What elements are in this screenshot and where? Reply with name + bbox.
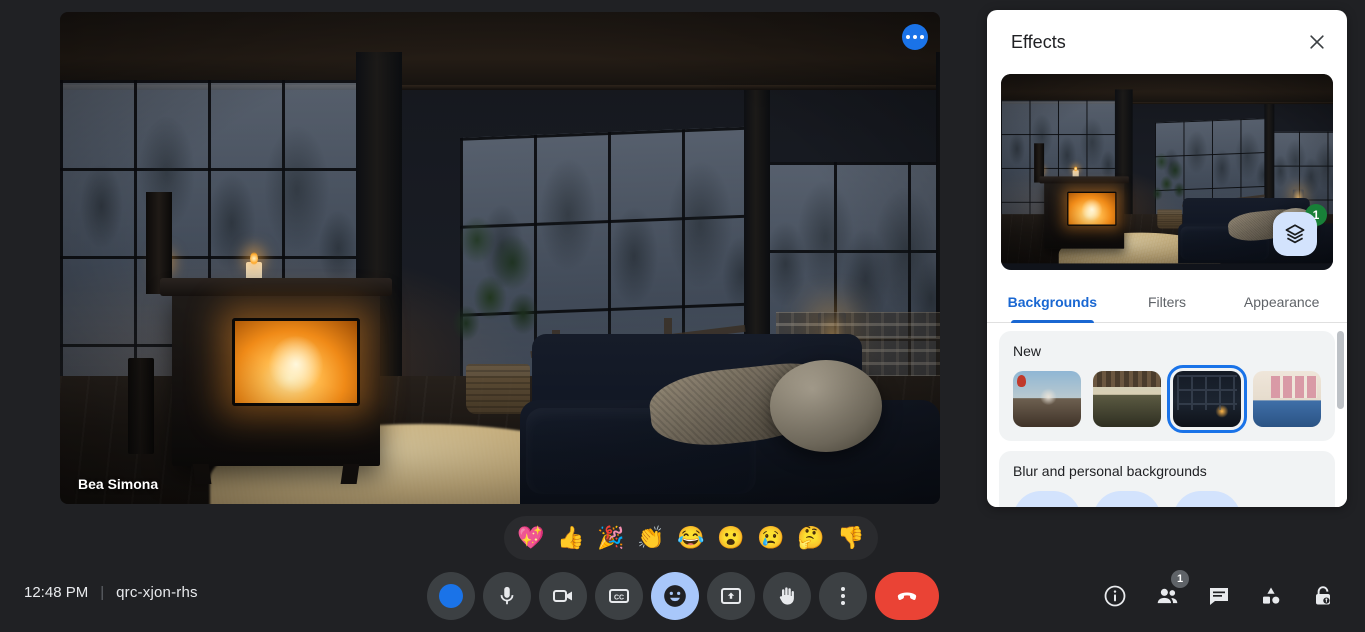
dot (840, 594, 845, 598)
people-count-badge: 1 (1171, 570, 1189, 588)
tab-backgrounds[interactable]: Backgrounds (995, 280, 1110, 323)
lock-shield-icon (1316, 586, 1330, 605)
blur-full-button[interactable] (1093, 491, 1161, 507)
effects-panel-scrollbar[interactable] (1337, 331, 1344, 409)
tab-filters[interactable]: Filters (1110, 280, 1225, 322)
dot (920, 35, 924, 39)
present-screen-button[interactable] (706, 572, 755, 620)
reaction-face-with-tears-of-joy[interactable]: 😂 (674, 521, 708, 555)
activities-button[interactable] (1247, 572, 1295, 620)
group-title-blur: Blur and personal backgrounds (1013, 463, 1207, 479)
phone-hangup-icon (897, 592, 916, 600)
reaction-sparkling-heart[interactable]: 💖 (514, 521, 548, 555)
layers-icon[interactable] (1273, 212, 1317, 256)
more-vertical-icon (840, 587, 845, 605)
reaction-thinking-face[interactable]: 🤔 (794, 521, 828, 555)
backgrounds-new-group: New (999, 331, 1335, 441)
meeting-details-button[interactable] (1091, 572, 1139, 620)
effects-preview-wrapper: 1 (1001, 74, 1333, 270)
right-icon-cluster: 1 (1091, 570, 1347, 620)
reactions-button[interactable] (650, 572, 699, 620)
reaction-face-with-open-mouth[interactable]: 😮 (714, 521, 748, 555)
chat-button[interactable] (1195, 572, 1243, 620)
effects-tabs: Backgrounds Filters Appearance (987, 280, 1347, 323)
reaction-clapping-hands[interactable]: 👏 (634, 521, 668, 555)
effects-panel-header: Effects (987, 10, 1347, 74)
google-meet-window: Bea Simona 💖 👍 🎉 👏 😂 😮 😢 🤔 👎 12:48 PM | … (0, 0, 1365, 632)
blur-personal-backgrounds-group: Blur and personal backgrounds (999, 451, 1335, 507)
microphone-icon (500, 586, 513, 605)
effects-panel: Effects 1 Backgrounds Filters Appearance… (987, 10, 1347, 507)
effects-panel-body: New Blur and personal backgrounds (987, 323, 1347, 507)
microphone-button[interactable] (482, 572, 531, 620)
captions-button[interactable]: CC (594, 572, 643, 620)
background-taj-mahal[interactable] (1013, 371, 1081, 427)
background-gallery-living-room[interactable] (1253, 371, 1321, 427)
people-button[interactable]: 1 (1143, 570, 1191, 620)
visual-effects-button[interactable] (426, 572, 475, 620)
tab-appearance[interactable]: Appearance (1224, 280, 1339, 322)
video-scene-background (60, 12, 940, 504)
host-controls-button[interactable] (1299, 572, 1347, 620)
info-icon (1104, 585, 1126, 607)
reaction-party-popper[interactable]: 🎉 (594, 521, 628, 555)
preview-wood-stove (1039, 176, 1129, 249)
participant-name-label: Bea Simona (78, 476, 159, 492)
dot (840, 587, 845, 591)
call-controls: CC (426, 572, 939, 620)
scene-stove-top (160, 278, 392, 296)
present-screen-icon (720, 588, 741, 604)
group-title-new: New (1013, 343, 1042, 359)
bottom-bar: 12:48 PM | qrc-xjon-rhs CC 1 (0, 560, 1365, 632)
meta-separator: | (100, 584, 105, 601)
scene-stove-leg-left (192, 464, 212, 484)
preview-stove-fire (1067, 191, 1117, 226)
raised-hand-icon (779, 587, 794, 605)
personal-background-button[interactable] (1173, 491, 1241, 507)
more-horizontal-icon[interactable] (902, 24, 928, 50)
video-tile[interactable]: Bea Simona (60, 12, 940, 504)
scene-round-pillow (770, 360, 882, 452)
close-icon[interactable] (1299, 24, 1335, 60)
effects-panel-title: Effects (1011, 31, 1066, 52)
scene-sofa (520, 316, 940, 504)
more-options-button[interactable] (818, 572, 867, 620)
raise-hand-button[interactable] (762, 572, 811, 620)
dot (840, 601, 845, 605)
activities-shapes-icon (1263, 587, 1280, 604)
camera-button[interactable] (538, 572, 587, 620)
leave-call-button[interactable] (874, 572, 939, 620)
preview-stove-top (1039, 176, 1129, 184)
reaction-thumbs-up[interactable]: 👍 (554, 521, 588, 555)
background-pergola-terrace[interactable] (1093, 371, 1161, 427)
dot (913, 35, 917, 39)
emoji-smile-icon (663, 585, 686, 607)
reaction-crying-face[interactable]: 😢 (754, 521, 788, 555)
dot (906, 35, 910, 39)
background-cabin-fireplace[interactable] (1167, 365, 1247, 433)
background-thumbnail-list (1013, 365, 1321, 433)
scene-stove-leg-right (340, 464, 360, 484)
scene-stove-fire (232, 318, 360, 406)
meeting-time: 12:48 PM (24, 584, 89, 601)
blue-dot-icon (438, 584, 463, 608)
scene-fireplace-tools (128, 358, 154, 454)
blur-slight-button[interactable] (1013, 491, 1081, 507)
reaction-bar: 💖 👍 🎉 👏 😂 😮 😢 🤔 👎 (504, 516, 878, 560)
chat-bubble-icon (1210, 588, 1228, 605)
blur-button-list (1013, 491, 1321, 507)
closed-captions-icon: CC (608, 589, 629, 603)
video-camera-icon (552, 590, 572, 602)
scene-ceiling (60, 12, 940, 90)
svg-text:CC: CC (613, 595, 623, 602)
meeting-code[interactable]: qrc-xjon-rhs (116, 584, 198, 601)
video-stage: Bea Simona (0, 0, 988, 560)
scene-wood-stove (160, 278, 392, 484)
reaction-thumbs-down[interactable]: 👎 (834, 521, 868, 555)
meeting-meta: 12:48 PM | qrc-xjon-rhs (24, 584, 198, 601)
